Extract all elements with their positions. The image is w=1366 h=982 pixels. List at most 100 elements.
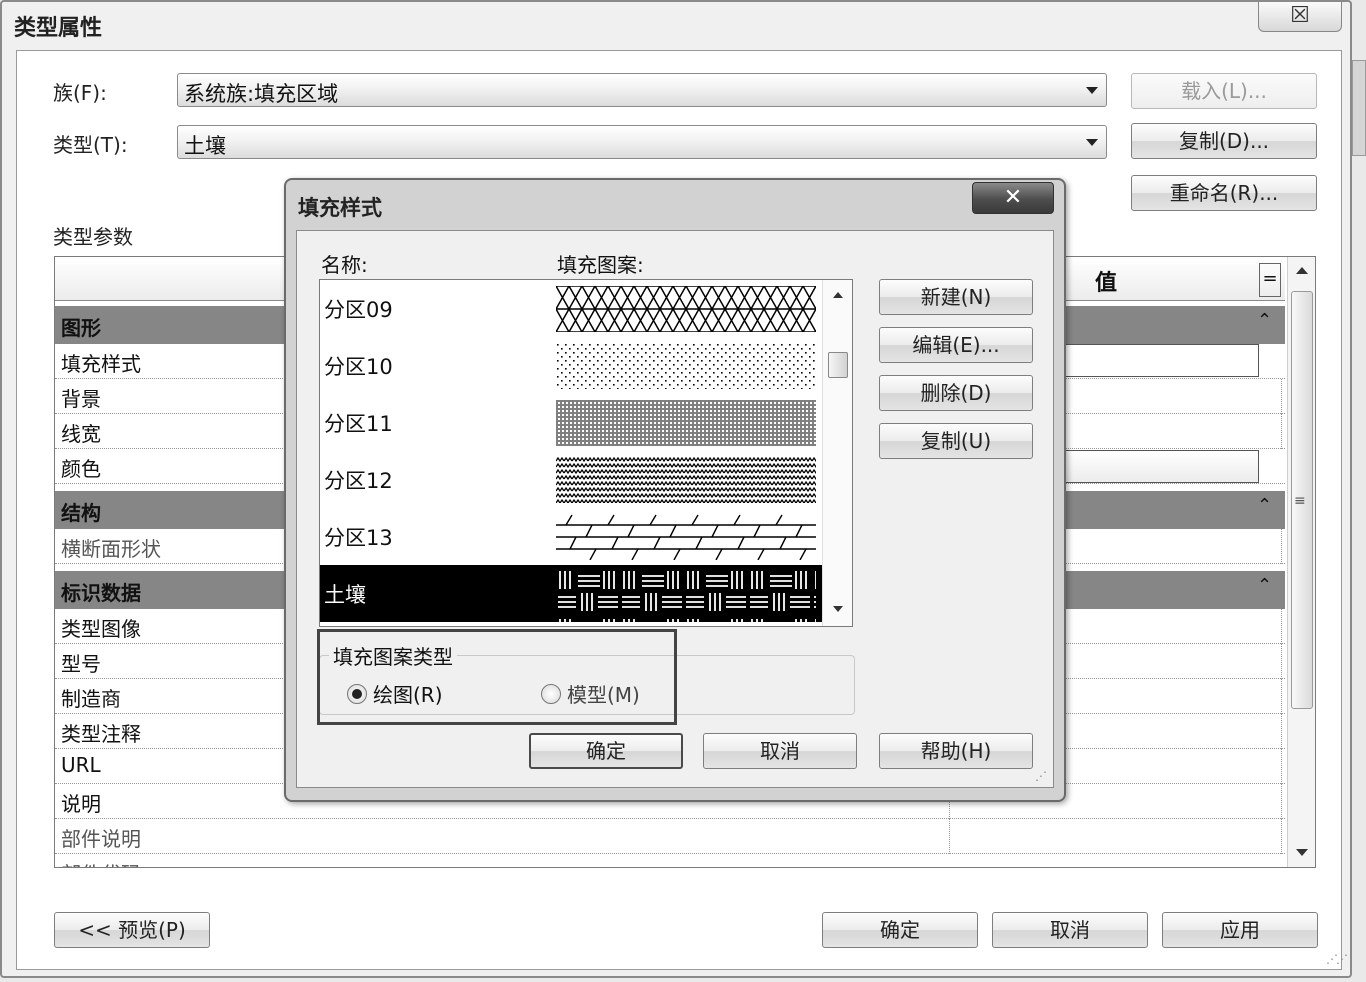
dialog-body: 名称: 填充图案: 分区09 分区10 分区11 分区12 分区13 土壤 新建… [296,230,1054,788]
radio-selected-icon[interactable] [347,683,367,704]
column-divider [1281,379,1282,414]
type-label: 类型(T): [53,133,128,157]
eq-button[interactable]: = [1259,263,1281,297]
param-row[interactable]: 部件说明 [55,819,1285,854]
chevron-down-icon [1086,139,1098,146]
pattern-preview-dots [556,343,816,389]
pattern-column-header: 填充图案: [557,253,644,277]
color-value-cell[interactable] [1065,450,1259,483]
resize-grip-icon[interactable]: ⋰ [1035,769,1047,783]
pattern-name: 土壤 [324,583,366,607]
scroll-down-icon[interactable] [1296,849,1308,856]
param-name: 背景 [61,387,101,411]
param-name: 部件说明 [61,827,141,851]
pattern-name: 分区10 [324,355,393,379]
type-combobox[interactable]: 土壤 [177,125,1107,159]
column-divider [1281,819,1282,854]
fill-pattern-value-cell[interactable] [1065,344,1259,377]
column-divider [1281,529,1282,564]
apply-button[interactable]: 应用 [1162,912,1318,948]
preview-button[interactable]: << 预览(P) [54,912,210,948]
param-name: 型号 [61,652,101,676]
pattern-name: 分区12 [324,469,393,493]
column-divider [1281,679,1282,714]
pattern-preview-zigzag [556,457,816,503]
cancel-button[interactable]: 取消 [703,733,857,769]
list-item[interactable]: 分区10 [320,337,822,394]
column-divider [1281,644,1282,679]
column-divider [1281,749,1282,784]
value-header: 值 [1095,271,1118,296]
load-button[interactable]: 载入(L)... [1131,73,1317,109]
ok-button[interactable]: 确定 [529,733,683,769]
list-item-selected[interactable]: 土壤 [320,565,822,623]
param-name: 填充样式 [61,352,141,376]
collapse-icon[interactable]: ⌃ [1257,575,1272,596]
radio-icon[interactable] [541,683,561,704]
copy-button[interactable]: 复制(U) [879,423,1033,459]
cancel-button[interactable]: 取消 [992,912,1148,948]
delete-button[interactable]: 删除(D) [879,375,1033,411]
chevron-down-icon [1086,87,1098,94]
family-combobox[interactable]: 系统族:填充区域 [177,73,1107,107]
param-name: 横断面形状 [61,537,161,561]
param-name: 制造商 [61,687,121,711]
pattern-preview-fine-lines [556,400,816,446]
ok-button[interactable]: 确定 [822,912,978,948]
list-item[interactable]: 分区09 [320,280,822,337]
type-value: 土壤 [184,134,226,158]
param-name: 部件代码 [61,858,141,867]
param-name: 类型注释 [61,722,141,746]
list-item[interactable]: 分区11 [320,394,822,451]
pattern-type-legend: 填充图案类型 [329,641,457,670]
help-button[interactable]: 帮助(H) [879,733,1033,769]
scroll-up-icon[interactable] [833,292,843,298]
collapse-icon[interactable]: ⌃ [1257,495,1272,516]
list-scrollbar[interactable] [822,280,852,626]
pattern-preview-brick [556,567,816,623]
new-button[interactable]: 新建(N) [879,279,1033,315]
column-divider [1281,609,1282,644]
grid-scrollbar[interactable]: ≡ [1287,257,1315,867]
list-item[interactable]: 分区12 [320,451,822,508]
model-radio[interactable]: 模型(M) [541,679,640,708]
scroll-thumb[interactable] [828,352,848,378]
param-name: 线宽 [61,422,101,446]
param-row[interactable]: 部件代码 [55,854,1285,867]
resize-grip-icon[interactable]: ⋰⋰ [1326,952,1348,966]
column-divider [1281,784,1282,819]
duplicate-button[interactable]: 复制(D)... [1131,123,1317,159]
pattern-name: 分区09 [324,298,393,322]
scroll-down-icon[interactable] [833,606,843,612]
family-value: 系统族:填充区域 [184,82,339,106]
param-name: URL [61,753,101,777]
column-divider [949,819,950,854]
dialog-title: 填充样式 [298,196,382,220]
group-name: 图形 [61,316,101,340]
background-window-edge [1352,60,1366,156]
name-column-header: 名称: [321,253,368,277]
group-name: 标识数据 [61,581,141,605]
grip-icon: ≡ [1294,493,1306,509]
list-item[interactable]: 分区13 [320,508,822,565]
column-divider [1281,414,1282,449]
param-name: 颜色 [61,457,101,481]
fill-patterns-dialog: 填充样式 ✕ 名称: 填充图案: 分区09 分区10 分区11 分区12 分区1… [284,178,1066,802]
column-divider [1281,714,1282,749]
close-icon[interactable]: ☒ [1258,2,1342,32]
family-label: 族(F): [53,81,107,105]
dialog-title: 类型属性 [14,16,103,41]
rename-button[interactable]: 重命名(R)... [1131,175,1317,211]
pattern-name: 分区11 [324,412,393,436]
scroll-up-icon[interactable] [1296,267,1308,274]
edit-button[interactable]: 编辑(E)... [879,327,1033,363]
group-name: 结构 [61,501,101,525]
collapse-icon[interactable]: ⌃ [1257,310,1272,331]
param-name: 说明 [61,792,101,816]
fill-pattern-list[interactable]: 分区09 分区10 分区11 分区12 分区13 土壤 [319,279,853,627]
type-params-label: 类型参数 [53,225,133,249]
drafting-radio[interactable]: 绘图(R) [347,679,443,708]
close-icon[interactable]: ✕ [972,182,1054,214]
pattern-name: 分区13 [324,526,393,550]
param-name: 类型图像 [61,617,141,641]
